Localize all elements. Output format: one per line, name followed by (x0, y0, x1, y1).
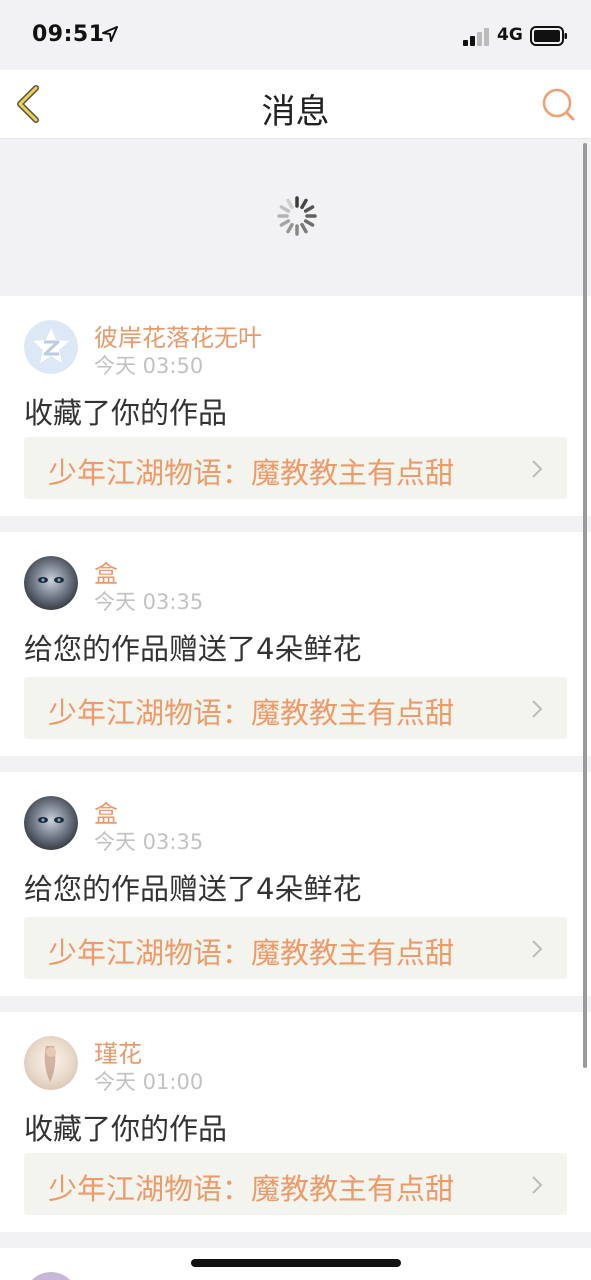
default-avatar-icon (24, 320, 78, 374)
user-avatar[interactable] (24, 1036, 78, 1090)
messages-screen: 09:51 4G 消息 彼岸花落花无叶 今天 03:50 收藏了你的作品 少年江… (0, 0, 591, 1280)
message-time: 今天 03:35 (94, 830, 204, 854)
network-type: 4G (497, 25, 523, 45)
user-avatar[interactable] (24, 556, 78, 610)
user-photo-avatar (31, 1272, 71, 1280)
message-time: 今天 03:35 (94, 590, 204, 614)
user-photo-avatar (24, 556, 78, 610)
user-avatar[interactable] (24, 320, 78, 374)
message-action-text: 收藏了你的作品 (24, 1112, 228, 1146)
message-item[interactable]: 盒 今天 03:35 给您的作品赠送了4朵鲜花 少年江湖物语：魔教教主有点甜 (0, 532, 591, 756)
scrollbar[interactable] (583, 143, 587, 1068)
message-time: 今天 03:50 (94, 354, 204, 378)
search-button[interactable] (540, 86, 578, 122)
status-time: 09:51 (32, 22, 105, 47)
pull-to-refresh-area (0, 139, 591, 296)
message-item[interactable]: 瑾花 今天 01:00 收藏了你的作品 少年江湖物语：魔教教主有点甜 (0, 1012, 591, 1232)
work-title: 少年江湖物语：魔教教主有点甜 (48, 696, 455, 730)
user-photo-avatar (24, 796, 78, 850)
user-photo-avatar (24, 1036, 78, 1090)
user-avatar[interactable] (24, 1272, 78, 1280)
username[interactable]: 盒 (94, 794, 118, 829)
username[interactable]: 瑾花 (94, 1034, 142, 1069)
username[interactable]: 盒 (94, 554, 118, 589)
chevron-right-icon (532, 700, 543, 718)
message-time: 今天 01:00 (94, 1070, 204, 1094)
chevron-right-icon (532, 940, 543, 958)
status-bar: 09:51 4G (0, 0, 591, 70)
work-link[interactable]: 少年江湖物语：魔教教主有点甜 (24, 1153, 567, 1215)
cellular-signal-icon (463, 28, 489, 46)
chevron-right-icon (532, 1176, 543, 1194)
work-link[interactable]: 少年江湖物语：魔教教主有点甜 (24, 437, 567, 499)
work-title: 少年江湖物语：魔教教主有点甜 (48, 1172, 455, 1206)
battery-icon (530, 26, 567, 46)
work-link[interactable]: 少年江湖物语：魔教教主有点甜 (24, 677, 567, 739)
home-indicator[interactable] (191, 1259, 401, 1267)
work-link[interactable]: 少年江湖物语：魔教教主有点甜 (24, 917, 567, 979)
location-arrow-icon (102, 26, 118, 42)
loading-spinner-icon (277, 196, 317, 236)
username[interactable]: 彼岸花落花无叶 (94, 318, 262, 353)
user-avatar[interactable] (24, 796, 78, 850)
message-action-text: 给您的作品赠送了4朵鲜花 (24, 632, 362, 666)
message-action-text: 给您的作品赠送了4朵鲜花 (24, 872, 362, 906)
page-title: 消息 (261, 92, 330, 132)
message-item[interactable]: 盒 今天 03:35 给您的作品赠送了4朵鲜花 少年江湖物语：魔教教主有点甜 (0, 772, 591, 996)
message-action-text: 收藏了你的作品 (24, 396, 228, 430)
message-item[interactable]: 彼岸花落花无叶 今天 03:50 收藏了你的作品 少年江湖物语：魔教教主有点甜 (0, 296, 591, 516)
work-title: 少年江湖物语：魔教教主有点甜 (48, 936, 455, 970)
chevron-right-icon (532, 460, 543, 478)
work-title: 少年江湖物语：魔教教主有点甜 (48, 456, 455, 490)
navigation-bar: 消息 (0, 70, 591, 139)
